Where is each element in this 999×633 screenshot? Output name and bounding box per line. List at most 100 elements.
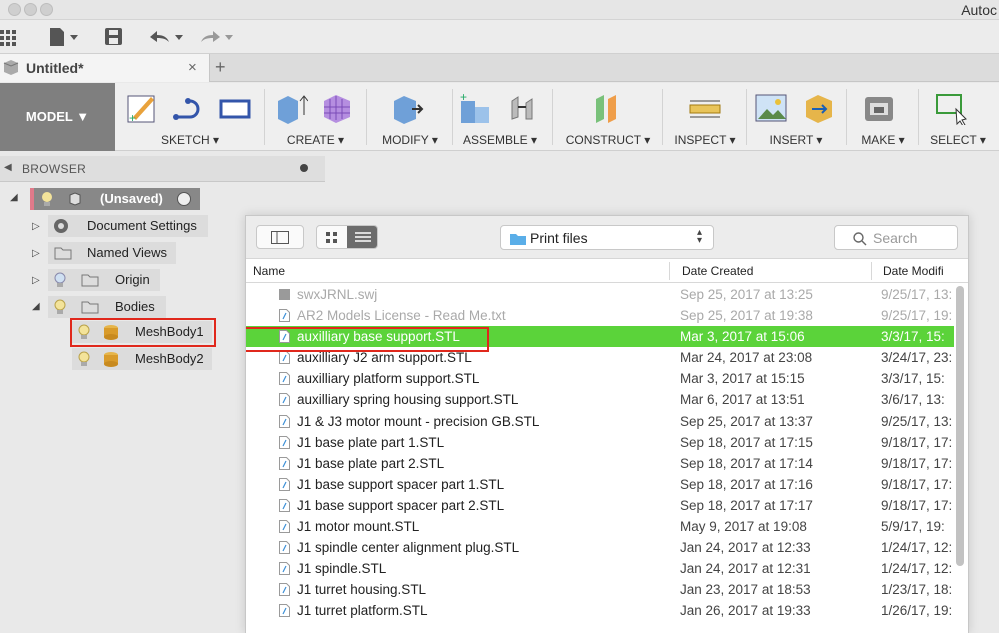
tree-item-origin[interactable]: Origin xyxy=(48,269,160,291)
construct-group[interactable]: CONSTRUCT ▾ xyxy=(556,83,660,151)
file-row[interactable]: auxilliary platform support.STL Mar 3, 20… xyxy=(246,368,954,389)
collapse-browser-icon[interactable]: ◀ xyxy=(4,162,12,173)
file-menu-icon[interactable] xyxy=(48,27,82,47)
folder-icon xyxy=(81,301,99,314)
tree-item-named-views[interactable]: Named Views xyxy=(48,242,176,264)
visibility-bulb-icon[interactable] xyxy=(40,191,54,207)
new-tab-button[interactable]: + xyxy=(215,57,226,78)
column-date-created[interactable]: Date Created xyxy=(682,264,753,278)
file-row[interactable]: J1 spindle.STL Jan 24, 2017 at 12:31 1/24/… xyxy=(246,558,954,579)
select-menu[interactable]: SELECT ▾ xyxy=(920,133,996,147)
close-window-button[interactable] xyxy=(8,3,21,16)
activate-radio[interactable] xyxy=(177,192,191,206)
file-name: J1 spindle center alignment plug.STL xyxy=(297,540,520,556)
browser-panel-header[interactable]: ◀ BROWSER xyxy=(0,156,325,182)
joint-icon[interactable] xyxy=(506,91,540,125)
tree-item-document-settings[interactable]: Document Settings xyxy=(48,215,208,237)
create-group[interactable]: CREATE ▾ xyxy=(268,83,363,151)
insert-group[interactable]: INSERT ▾ xyxy=(750,83,842,151)
view-mode-segmented-control[interactable] xyxy=(316,225,378,249)
visibility-bulb-icon[interactable] xyxy=(54,272,66,288)
modify-group[interactable]: MODIFY ▾ xyxy=(370,83,450,151)
file-date-modified: 3/6/17, 13: xyxy=(881,392,945,408)
quick-access-toolbar xyxy=(0,20,999,54)
column-date-modified[interactable]: Date Modifi xyxy=(883,264,944,278)
column-name[interactable]: Name xyxy=(253,264,285,278)
file-row[interactable]: swxJRNL.swj Sep 25, 2017 at 13:25 9/25/17,… xyxy=(246,284,954,305)
select-group[interactable]: SELECT ▾ xyxy=(920,83,996,151)
tree-root-item[interactable]: (Unsaved) xyxy=(30,188,200,210)
column-header-row: Name Date Created Date Modifi xyxy=(246,259,968,283)
form-body-icon[interactable] xyxy=(320,91,354,125)
3d-print-icon[interactable] xyxy=(862,91,896,125)
file-row[interactable]: auxilliary spring housing support.STL Mar… xyxy=(246,389,954,410)
file-row[interactable]: J1 motor mount.STL May 9, 2017 at 19:08 5/… xyxy=(246,516,954,537)
file-row[interactable]: J1 base support spacer part 1.STL Sep 18,… xyxy=(246,474,954,495)
icon-view-icon[interactable] xyxy=(325,231,339,244)
file-row[interactable]: J1 turret housing.STL Jan 23, 2017 at 18:… xyxy=(246,579,954,600)
svg-text:+: + xyxy=(460,91,467,104)
sketch-menu[interactable]: SKETCH ▾ xyxy=(120,133,260,147)
press-pull-icon[interactable] xyxy=(390,91,424,125)
tree-item-meshbody2[interactable]: MeshBody2 xyxy=(72,348,212,370)
visibility-bulb-icon[interactable] xyxy=(54,299,66,315)
file-row[interactable]: J1 turret platform.STL Jan 26, 2017 at 19… xyxy=(246,600,954,621)
expand-bodies-icon[interactable]: ◢ xyxy=(32,301,40,312)
maximize-window-button[interactable] xyxy=(40,3,53,16)
construct-menu[interactable]: CONSTRUCT ▾ xyxy=(556,133,660,147)
location-popup[interactable]: Print files ▴ ▾ xyxy=(500,225,714,250)
vertical-scrollbar[interactable] xyxy=(956,286,964,566)
sidebar-toggle-button[interactable] xyxy=(256,225,304,249)
file-name: J1 turret platform.STL xyxy=(297,603,428,619)
make-group[interactable]: MAKE ▾ xyxy=(850,83,916,151)
stl-file-icon xyxy=(279,562,290,576)
select-tool-icon[interactable] xyxy=(934,91,968,125)
file-row[interactable]: J1 base plate part 2.STL Sep 18, 2017 at … xyxy=(246,453,954,474)
expand-named-views-icon[interactable]: ▷ xyxy=(32,248,40,259)
stl-file-icon xyxy=(279,456,290,470)
new-component-icon[interactable]: + xyxy=(458,91,492,125)
line-tool-icon[interactable] xyxy=(172,91,206,125)
minimize-window-button[interactable] xyxy=(24,3,37,16)
document-tab[interactable]: Untitled* × xyxy=(0,54,210,82)
window-title-bar: Autoc xyxy=(0,0,999,20)
create-menu[interactable]: CREATE ▾ xyxy=(268,133,363,147)
box-icon xyxy=(3,60,19,75)
file-row[interactable]: J1 & J3 motor mount - precision GB.STL Se… xyxy=(246,411,954,432)
expand-root-icon[interactable]: ◢ xyxy=(10,192,18,203)
list-view-button[interactable] xyxy=(347,226,377,248)
grid-menu-icon[interactable] xyxy=(0,27,20,47)
undo-icon[interactable] xyxy=(148,27,188,47)
stl-file-icon xyxy=(279,541,290,555)
workspace-switcher[interactable]: MODEL ▼ xyxy=(0,83,115,151)
file-row[interactable]: J1 base plate part 1.STL Sep 18, 2017 at … xyxy=(246,432,954,453)
measure-icon[interactable] xyxy=(688,91,722,125)
insert-image-icon[interactable] xyxy=(754,91,788,125)
inspect-group[interactable]: INSPECT ▾ xyxy=(666,83,744,151)
tree-item-label: Document Settings xyxy=(87,218,197,233)
search-field[interactable]: Search xyxy=(834,225,958,250)
assemble-menu[interactable]: ASSEMBLE ▾ xyxy=(456,133,544,147)
sketch-group[interactable]: + SKETCH ▾ xyxy=(120,83,260,151)
offset-plane-icon[interactable] xyxy=(590,91,624,125)
close-tab-icon[interactable]: × xyxy=(188,59,197,76)
extrude-icon[interactable] xyxy=(274,91,308,125)
redo-icon[interactable] xyxy=(198,27,238,47)
inspect-menu[interactable]: INSPECT ▾ xyxy=(666,133,744,147)
file-row[interactable]: J1 spindle center alignment plug.STL Jan … xyxy=(246,537,954,558)
modify-menu[interactable]: MODIFY ▾ xyxy=(370,133,450,147)
visibility-bulb-icon[interactable] xyxy=(78,351,90,367)
browser-minimize-icon[interactable] xyxy=(300,164,308,172)
expand-origin-icon[interactable]: ▷ xyxy=(32,275,40,286)
make-menu[interactable]: MAKE ▾ xyxy=(850,133,916,147)
file-row[interactable]: AR2 Models License - Read Me.txt Sep 25, … xyxy=(246,305,954,326)
save-icon[interactable] xyxy=(104,27,124,47)
insert-mesh-icon[interactable] xyxy=(802,91,836,125)
tree-item-bodies[interactable]: Bodies xyxy=(48,296,166,318)
assemble-group[interactable]: + ASSEMBLE ▾ xyxy=(456,83,544,151)
expand-document-settings-icon[interactable]: ▷ xyxy=(32,221,40,232)
rectangle-tool-icon[interactable] xyxy=(218,91,252,125)
insert-menu[interactable]: INSERT ▾ xyxy=(750,133,842,147)
file-row[interactable]: J1 base support spacer part 2.STL Sep 18,… xyxy=(246,495,954,516)
create-sketch-icon[interactable]: + xyxy=(125,91,159,125)
